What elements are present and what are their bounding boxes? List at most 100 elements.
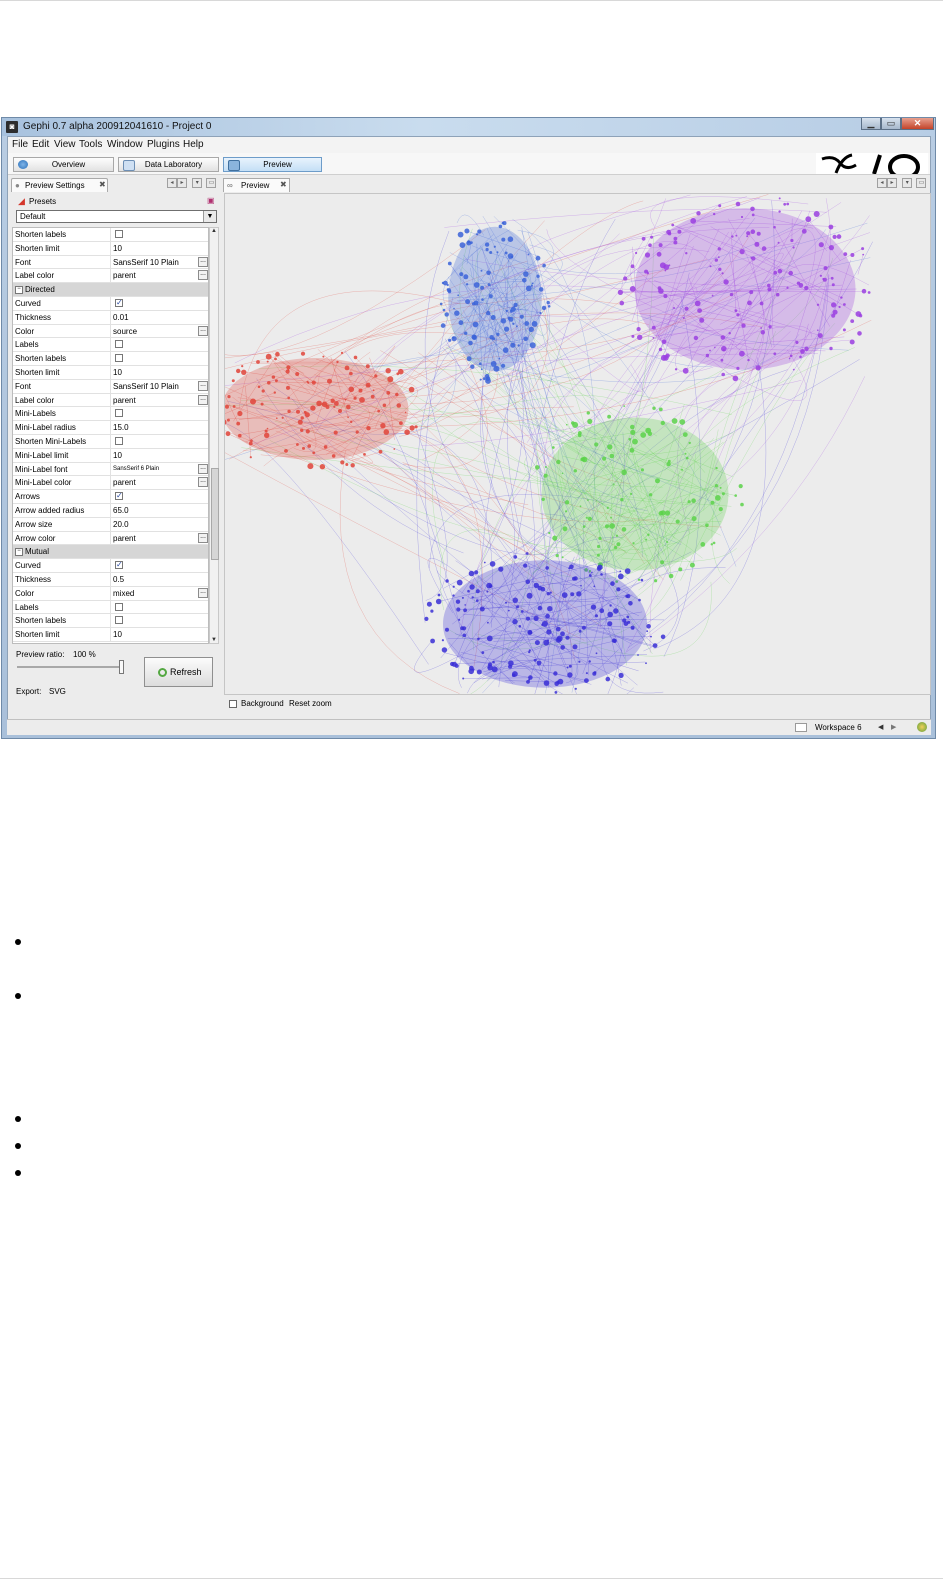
ellipsis-button[interactable]: ...	[198, 532, 208, 543]
property-value[interactable]: 10	[113, 630, 122, 639]
close-tab-icon[interactable]: ✖	[280, 180, 287, 189]
property-row[interactable]: Mini-Label font SansSerif 6 Plain...	[13, 462, 208, 477]
title-bar[interactable]: ◙ Gephi 0.7 alpha 200912041610 - Project…	[2, 118, 935, 136]
property-row[interactable]: Color mixed...	[13, 586, 208, 601]
background-checkbox[interactable]	[229, 700, 237, 708]
nav-right-icon[interactable]: ▸	[887, 178, 897, 188]
property-value[interactable]: SansSerif 6 Plain	[113, 466, 159, 472]
refresh-button[interactable]: Refresh	[144, 657, 213, 687]
property-value[interactable]: 10	[113, 244, 122, 253]
property-row[interactable]: Curved ✓	[13, 297, 208, 311]
property-value[interactable]: 0.5	[113, 575, 124, 584]
property-checkbox[interactable]	[115, 230, 123, 238]
menu-window[interactable]: Window	[107, 139, 143, 150]
property-row[interactable]: Labels	[13, 338, 208, 353]
scroll-down-icon[interactable]: ▼	[211, 637, 217, 643]
property-row[interactable]: Mini-Label limit 10	[13, 448, 208, 463]
menu-edit[interactable]: Edit	[32, 139, 49, 150]
menu-tools[interactable]: Tools	[79, 139, 102, 150]
property-checkbox[interactable]	[115, 354, 123, 363]
menu-view[interactable]: View	[54, 139, 76, 150]
dropdown-icon[interactable]: ▾	[192, 178, 203, 188]
preset-select[interactable]: Default ▼	[16, 210, 217, 223]
ellipsis-button[interactable]: ...	[198, 477, 208, 488]
menu-plugins[interactable]: Plugins	[147, 139, 180, 150]
property-value[interactable]: parent	[113, 534, 136, 543]
property-checkbox[interactable]	[115, 409, 123, 418]
maximize-button[interactable]: ▭	[881, 118, 901, 130]
property-row[interactable]: Mini-Label color parent...	[13, 476, 208, 491]
scrollbar-thumb[interactable]	[211, 468, 219, 560]
property-row[interactable]: Arrow added radius 65.0	[13, 504, 208, 518]
preview-ratio-slider[interactable]	[17, 666, 123, 668]
next-workspace-icon[interactable]: ▶	[891, 723, 896, 731]
property-row[interactable]: Shorten labels	[13, 614, 208, 629]
previous-workspace-icon[interactable]: ◀	[878, 723, 883, 731]
scroll-up-icon[interactable]: ▲	[211, 228, 217, 234]
nav-left-icon[interactable]: ◂	[877, 178, 887, 188]
preview-ratio-slider-thumb[interactable]	[119, 660, 124, 674]
property-row[interactable]: Label color parent...	[13, 269, 208, 284]
property-row[interactable]: Arrows ✓	[13, 490, 208, 504]
property-row[interactable]: Shorten labels	[13, 228, 208, 242]
property-row[interactable]: Mini-Label radius 15.0	[13, 421, 208, 435]
property-row[interactable]: Color source...	[13, 324, 208, 339]
property-row[interactable]: Curved ✓	[13, 559, 208, 573]
property-checkbox[interactable]	[115, 616, 123, 625]
ellipsis-button[interactable]: ...	[198, 463, 208, 474]
property-value[interactable]: 20.0	[113, 520, 129, 529]
property-row[interactable]: Arrow color parent...	[13, 531, 208, 546]
property-checkbox-checked[interactable]: ✓	[115, 492, 123, 501]
data-laboratory-button[interactable]: Data Laboratory	[118, 157, 219, 172]
dropdown-icon[interactable]: ▾	[902, 178, 913, 188]
ellipsis-button[interactable]: ...	[198, 325, 208, 336]
property-row[interactable]: Arrow size 20.0	[13, 517, 208, 532]
close-button[interactable]: ✕	[901, 118, 934, 130]
collapse-icon[interactable]: −	[15, 286, 23, 295]
property-category-header[interactable]: − Directed	[13, 283, 208, 297]
nav-left-icon[interactable]: ◂	[167, 178, 177, 188]
menu-file[interactable]: File	[12, 139, 28, 150]
graph-preview-canvas[interactable]	[224, 193, 931, 695]
property-row[interactable]: Shorten Mini-Labels	[13, 435, 208, 449]
ellipsis-button[interactable]: ...	[198, 270, 208, 281]
property-checkbox[interactable]	[115, 340, 123, 349]
reset-zoom-button[interactable]: Reset zoom	[289, 699, 332, 708]
ellipsis-button[interactable]: ...	[198, 394, 208, 405]
maximize-panel-icon[interactable]: ▭	[916, 178, 927, 188]
tab-preview-settings[interactable]: ● Preview Settings ✖	[11, 178, 108, 192]
maximize-panel-icon[interactable]: ▭	[206, 178, 217, 188]
property-row[interactable]: Shorten limit 10	[13, 628, 208, 642]
property-value[interactable]: parent	[113, 396, 136, 405]
property-value[interactable]: 65.0	[113, 506, 129, 515]
property-value[interactable]: source	[113, 327, 137, 336]
minimize-button[interactable]: ▁	[861, 118, 881, 130]
property-value[interactable]: mixed	[113, 589, 134, 598]
menu-help[interactable]: Help	[183, 139, 204, 150]
property-scrollbar[interactable]: ▲ ▼	[209, 227, 219, 644]
property-row[interactable]: Thickness 0.5	[13, 573, 208, 587]
preview-button[interactable]: Preview	[223, 157, 322, 172]
property-value[interactable]: SansSerif 10 Plain	[113, 258, 179, 267]
property-value[interactable]: parent	[113, 271, 136, 280]
collapse-icon[interactable]: −	[15, 548, 23, 557]
property-checkbox-checked[interactable]: ✓	[115, 299, 123, 307]
nav-right-icon[interactable]: ▸	[177, 178, 187, 188]
tab-preview[interactable]: ∞ Preview ✖	[223, 178, 290, 192]
ellipsis-button[interactable]: ...	[198, 380, 208, 391]
ellipsis-button[interactable]: ...	[198, 587, 208, 598]
property-checkbox[interactable]	[115, 602, 123, 611]
property-category-header[interactable]: − Mutual	[13, 545, 208, 560]
property-value[interactable]: 15.0	[113, 423, 129, 432]
property-checkbox-checked[interactable]: ✓	[115, 561, 123, 570]
property-row[interactable]: Shorten labels	[13, 352, 208, 366]
property-value[interactable]: 0.01	[113, 313, 129, 322]
overview-button[interactable]: Overview	[13, 157, 114, 172]
property-checkbox[interactable]	[115, 437, 123, 445]
property-row[interactable]: Font SansSerif 10 Plain...	[13, 255, 208, 270]
property-row[interactable]: Label color parent...	[13, 393, 208, 408]
save-preset-icon[interactable]: ▣	[207, 196, 215, 205]
property-value[interactable]: SansSerif 10 Plain	[113, 382, 179, 391]
property-row[interactable]: Thickness 0.01	[13, 310, 208, 325]
property-value[interactable]: 10	[113, 451, 122, 460]
